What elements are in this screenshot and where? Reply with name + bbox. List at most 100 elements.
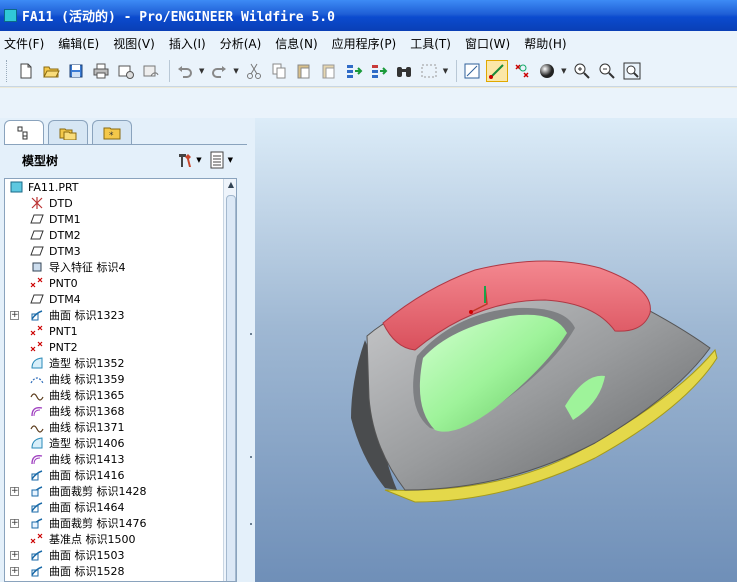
datum-point-icon (30, 276, 44, 290)
menu-info[interactable]: 信息(N) (275, 35, 317, 52)
zoom-out-button[interactable] (596, 60, 618, 82)
send-link-button[interactable] (140, 60, 162, 82)
menu-help[interactable]: 帮助(H) (524, 35, 566, 52)
tree-item[interactable]: PNT1 (5, 323, 236, 339)
tree-item[interactable]: 曲面 标识1464 (5, 499, 236, 515)
expand-icon[interactable]: + (10, 486, 19, 496)
new-button[interactable] (15, 60, 37, 82)
tree-item[interactable]: + 曲面 标识1323 (5, 307, 236, 323)
tree-item[interactable]: 曲线 标识1365 (5, 387, 236, 403)
tree-item-label: DTM3 (49, 244, 81, 258)
redo-button[interactable] (208, 60, 230, 82)
tree-item[interactable]: 造型 标识1352 (5, 355, 236, 371)
show-dropdown-icon[interactable]: ▼ (228, 156, 233, 164)
tree-item-label: 曲线 标识1413 (49, 453, 125, 466)
svg-text:*: * (109, 131, 114, 140)
shading-dropdown-icon[interactable]: ▼ (561, 67, 566, 75)
sphere-icon (540, 63, 555, 78)
tree-item[interactable]: DTD (5, 195, 236, 211)
point-display-icon (515, 63, 529, 78)
menu-window[interactable]: 窗口(W) (465, 35, 510, 52)
menu-insert[interactable]: 插入(I) (169, 35, 206, 52)
tree-item[interactable]: 导入特征 标识4 (5, 259, 236, 275)
print-button[interactable] (90, 60, 112, 82)
tab-folder-browser[interactable] (48, 120, 88, 144)
settings-tools-icon[interactable] (176, 151, 194, 169)
menu-tools[interactable]: 工具(T) (410, 35, 451, 52)
select-dropdown-icon[interactable]: ▼ (443, 67, 448, 75)
datum-display-icon (464, 63, 480, 78)
tree-item[interactable]: 曲线 标识1413 (5, 451, 236, 467)
datum-plane-icon (30, 212, 44, 226)
menu-analysis[interactable]: 分析(A) (220, 35, 262, 52)
tree-item[interactable]: + 曲面 标识1528 (5, 563, 236, 579)
menu-file[interactable]: 文件(F) (4, 35, 44, 52)
tree-item[interactable]: PNT2 (5, 339, 236, 355)
datum-display-button[interactable] (461, 60, 483, 82)
undo-dropdown-icon[interactable]: ▼ (199, 67, 204, 75)
tree-scrollbar[interactable]: ▲ (223, 179, 236, 581)
menu-view[interactable]: 视图(V) (113, 35, 155, 52)
refit-button[interactable] (621, 60, 643, 82)
tab-model-tree[interactable] (4, 120, 44, 144)
tree-item[interactable]: 曲线 标识1368 (5, 403, 236, 419)
settings-dropdown-icon[interactable]: ▼ (196, 156, 201, 164)
tree-item[interactable]: + 曲面裁剪 标识1428 (5, 483, 236, 499)
expand-icon[interactable]: + (10, 518, 19, 528)
point-display-button[interactable] (511, 60, 533, 82)
shading-button[interactable] (536, 60, 558, 82)
new-file-icon (20, 63, 32, 78)
scroll-thumb[interactable] (226, 195, 236, 581)
expand-icon[interactable]: + (10, 550, 19, 560)
tree-item[interactable]: 曲面 标识1416 (5, 467, 236, 483)
redo-dropdown-icon[interactable]: ▼ (233, 67, 238, 75)
paste-special-button[interactable] (318, 60, 340, 82)
tree-item[interactable]: DTM1 (5, 211, 236, 227)
tree-item[interactable]: 曲线 标识1359 (5, 371, 236, 387)
cut-button[interactable] (243, 60, 265, 82)
tree-item[interactable]: DTM2 (5, 227, 236, 243)
menu-edit[interactable]: 编辑(E) (58, 35, 99, 52)
expand-icon[interactable]: + (10, 310, 19, 320)
scroll-up-icon[interactable]: ▲ (225, 180, 236, 192)
tree-item[interactable]: DTM3 (5, 243, 236, 259)
tree-item[interactable]: + 曲面裁剪 标识1476 (5, 515, 236, 531)
tab-favorites[interactable]: * (92, 120, 132, 144)
tree-root[interactable]: FA11.PRT (5, 179, 236, 195)
show-list-icon[interactable] (208, 151, 226, 169)
tree-item[interactable]: 基准点 标识1500 (5, 531, 236, 547)
select-box-button[interactable] (418, 60, 440, 82)
tree-item-label: 曲面裁剪 标识1476 (49, 517, 147, 530)
menu-bar: 文件(F) 编辑(E) 视图(V) 插入(I) 分析(A) 信息(N) 应用程序… (0, 31, 737, 55)
tree-item[interactable]: PNT0 (5, 275, 236, 291)
regen-manager-button[interactable] (368, 60, 390, 82)
send-mail-button[interactable] (115, 60, 137, 82)
tree-item-label: DTM4 (49, 292, 81, 306)
save-button[interactable] (65, 60, 87, 82)
tree-item-label: 造型 标识1352 (49, 357, 125, 370)
graphics-viewport[interactable] (255, 118, 737, 582)
undo-button[interactable] (174, 60, 196, 82)
regenerate-button[interactable] (343, 60, 365, 82)
paste-button[interactable] (293, 60, 315, 82)
tree-item[interactable]: DTM4 (5, 291, 236, 307)
open-folder-icon (43, 66, 60, 77)
tree-item[interactable]: + 曲面 标识1503 (5, 547, 236, 563)
model-tree: FA11.PRT DTD DTM1 DTM2 DTM3 导入特征 标识4 PNT0 DTM4… (4, 178, 237, 582)
zoom-in-button[interactable] (571, 60, 593, 82)
tree-item[interactable]: 造型 标识1406 (5, 435, 236, 451)
open-button[interactable] (40, 60, 62, 82)
paste-special-icon (322, 64, 335, 78)
find-button[interactable] (393, 60, 415, 82)
tree-item[interactable]: 曲线 标识1371 (5, 419, 236, 435)
expand-icon[interactable]: + (10, 566, 19, 576)
printer-icon (93, 63, 109, 78)
surface-icon (30, 564, 44, 578)
panel-splitter[interactable] (247, 118, 255, 582)
menu-applications[interactable]: 应用程序(P) (332, 35, 397, 52)
toolbar-grip[interactable] (6, 59, 9, 82)
curve-dashed-icon (30, 372, 44, 386)
copy-button[interactable] (268, 60, 290, 82)
tree-item-label: 曲面 标识1528 (49, 565, 125, 578)
axis-display-button[interactable] (486, 59, 509, 82)
